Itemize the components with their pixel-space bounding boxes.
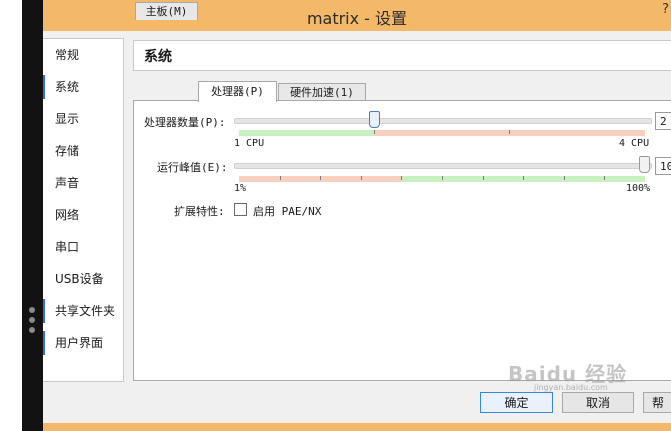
cap-tick [523, 176, 524, 180]
cap-max-label: 100% [626, 183, 651, 194]
cpu-count-slider-handle[interactable] [369, 111, 380, 128]
sidebar-item-display[interactable]: 显示 [43, 103, 123, 135]
window-bottom-edge [43, 423, 671, 431]
sidebar-item-system[interactable]: 系统 [43, 71, 123, 103]
cancel-button[interactable]: 取消 [562, 392, 634, 413]
sidebar-item-label: 用户界面 [55, 336, 104, 350]
desktop-edge [0, 0, 22, 431]
cap-tick [442, 176, 443, 180]
dot-icon [29, 307, 35, 313]
sidebar-item-label: 显示 [55, 112, 80, 126]
help-button[interactable]: 帮 [643, 392, 671, 413]
sidebar-item-general[interactable]: 常规 [43, 39, 123, 71]
cap-tick [564, 176, 565, 180]
page-header: 系统 [133, 40, 671, 71]
sidebar-item-serial-port[interactable]: 串口 [43, 231, 123, 263]
page-title: 系统 [144, 49, 172, 65]
cap-tick [483, 176, 484, 180]
dot-icon [29, 317, 35, 323]
cpu-count-slider-track[interactable] [234, 118, 652, 124]
drag-handle-dots-icon[interactable] [27, 307, 37, 337]
sidebar-item-label: 网络 [55, 208, 80, 222]
sidebar-item-label: 存储 [55, 144, 80, 158]
cap-tick [320, 176, 321, 180]
sidebar-item-label: 常规 [55, 48, 80, 62]
extended-features-label: 扩展特性: [174, 205, 225, 218]
cap-tick [280, 176, 281, 180]
tab-acceleration[interactable]: 硬件加速(1) [278, 83, 366, 101]
execution-cap-spinbox[interactable]: 10 [655, 157, 671, 175]
sidebar-item-label: 系统 [55, 80, 80, 94]
cpu-min-label: 1 CPU [234, 138, 265, 149]
sidebar-item-audio[interactable]: 声音 [43, 167, 123, 199]
processor-panel [133, 100, 671, 381]
tab-processor[interactable]: 处理器(P) [198, 81, 277, 102]
sidebar-item-network[interactable]: 网络 [43, 199, 123, 231]
sidebar-item-usb[interactable]: USB设备 [43, 263, 123, 295]
sidebar-item-label: USB设备 [55, 272, 104, 286]
baidu-watermark-url: jingyan.baidu.com [534, 383, 608, 392]
sidebar-item-label: 共享文件夹 [55, 304, 116, 318]
sidebar-item-label: 声音 [55, 176, 80, 190]
sidebar-item-user-interface[interactable]: 用户界面 [43, 327, 123, 359]
sidebar-item-shared-folders[interactable]: 共享文件夹 [43, 295, 123, 327]
window-side-bar [22, 0, 43, 431]
dot-icon [29, 327, 35, 333]
ok-button[interactable]: 确定 [480, 392, 553, 413]
cpu-tick [374, 130, 375, 134]
execution-cap-slider-track[interactable] [234, 163, 652, 169]
cpu-count-spinbox[interactable]: 2 [655, 112, 671, 130]
cap-tick [604, 176, 605, 180]
pae-nx-checkbox[interactable] [234, 203, 247, 216]
sidebar-item-label: 串口 [55, 240, 80, 254]
cpu-count-label: 处理器数量(P): [144, 116, 226, 129]
help-title-icon[interactable]: ? [662, 2, 669, 17]
cpu-tick [509, 130, 510, 134]
cap-tick [401, 176, 402, 180]
execution-cap-slider-handle[interactable] [639, 156, 650, 173]
sidebar-item-storage[interactable]: 存储 [43, 135, 123, 167]
cpu-max-label: 4 CPU [619, 138, 650, 149]
cpu-safe-zone [239, 130, 374, 136]
cap-tick [361, 176, 362, 180]
execution-cap-label: 运行峰值(E): [157, 161, 228, 174]
pae-nx-label[interactable]: 启用 PAE/NX [253, 203, 321, 219]
cap-min-label: 1% [234, 183, 247, 194]
settings-sidebar: 常规 系统 显示 存储 声音 网络 串口 USB设备 共享文件夹 用户界面 [43, 38, 124, 382]
tab-motherboard[interactable]: 主板(M) [135, 2, 198, 20]
